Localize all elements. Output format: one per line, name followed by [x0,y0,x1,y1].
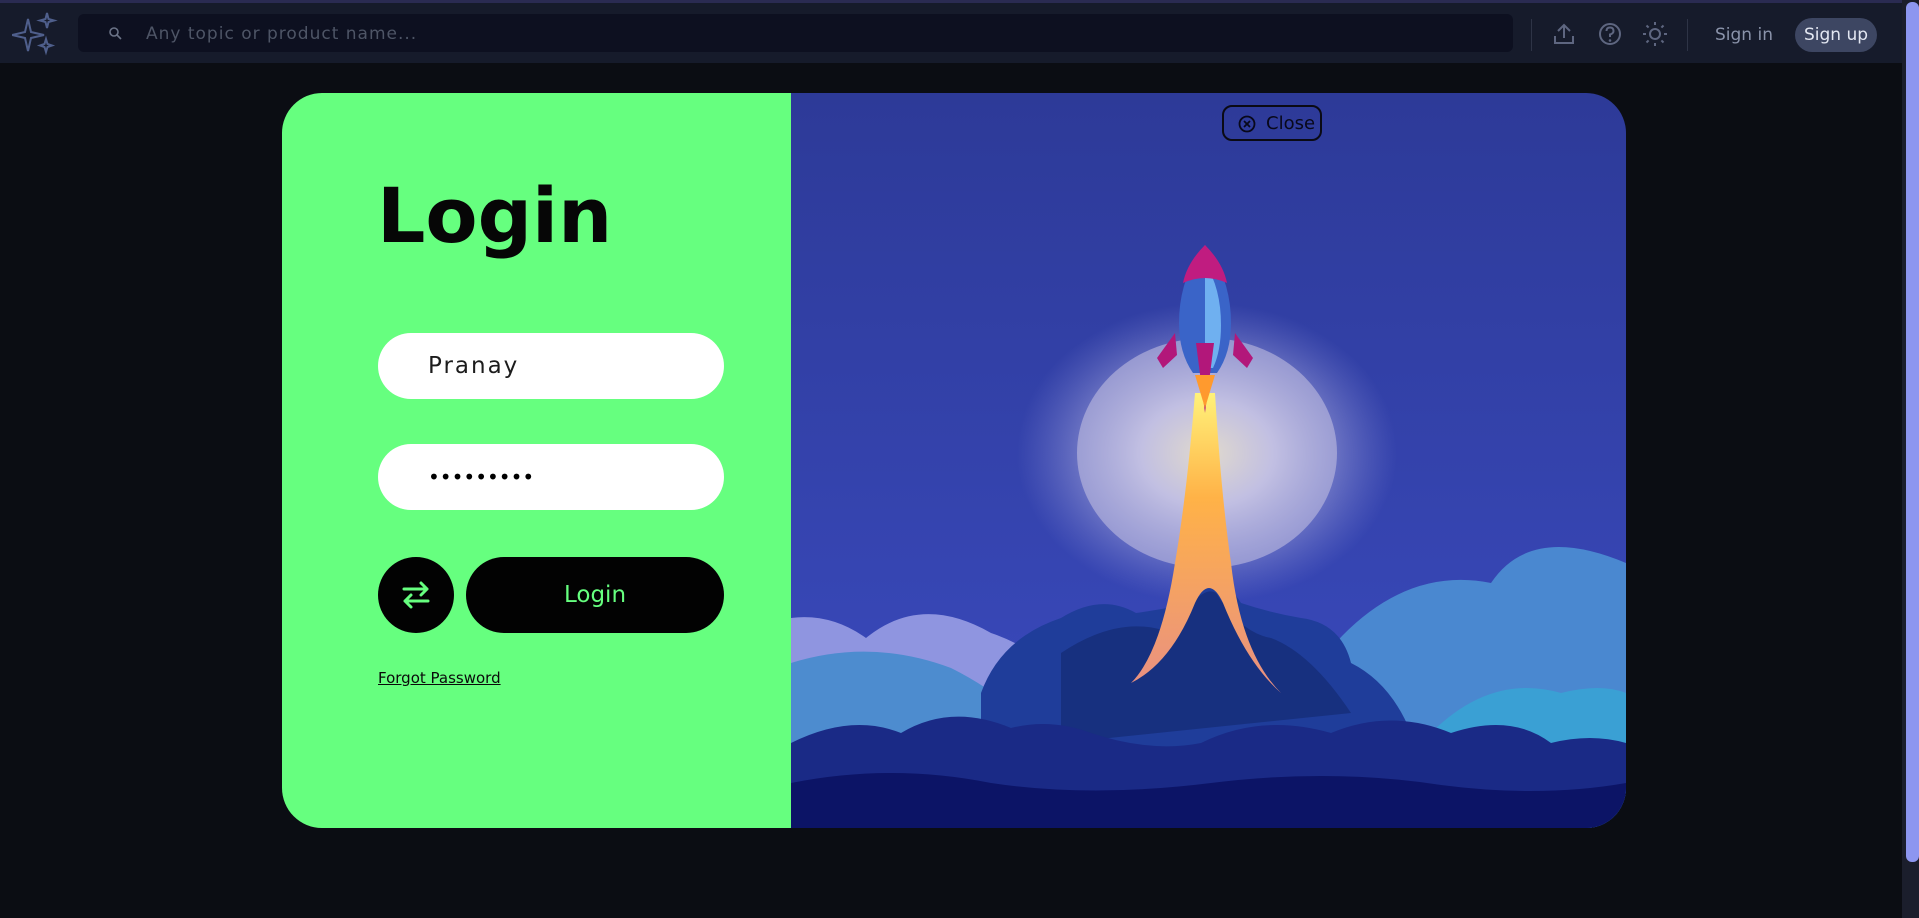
login-submit-button[interactable]: Login [466,557,724,633]
theme-sun-icon[interactable] [1642,21,1668,47]
swap-mode-button[interactable] [378,557,454,633]
scrollbar[interactable] [1902,0,1919,918]
toolbar-divider [1687,19,1688,51]
login-title: Login [377,171,613,260]
toolbar-divider [1531,19,1532,51]
close-button[interactable]: Close [1222,105,1322,141]
sign-in-link[interactable]: Sign in [1705,18,1783,52]
sparkle-logo-icon[interactable] [12,11,58,57]
top-navbar: Sign in Sign up [0,3,1902,63]
search-icon [109,27,122,40]
search-bar [78,14,1513,54]
scrollbar-thumb[interactable] [1906,2,1919,862]
help-icon[interactable] [1597,21,1623,47]
username-value: Pranay [428,353,520,379]
rocket-launch-illustration [791,93,1626,828]
close-label: Close [1266,113,1316,134]
sign-up-button[interactable]: Sign up [1795,18,1877,52]
username-field[interactable]: Pranay [378,333,724,399]
login-modal: Login Pranay ••••••••• Login Forgot Pass… [282,93,1626,828]
password-field[interactable]: ••••••••• [378,444,724,510]
close-icon [1238,115,1256,133]
swap-arrows-icon [402,581,430,609]
login-form-panel: Login Pranay ••••••••• Login Forgot Pass… [282,93,791,828]
forgot-password-link[interactable]: Forgot Password [378,669,501,687]
upload-icon[interactable] [1551,21,1577,47]
password-value: ••••••••• [428,465,535,489]
search-input[interactable] [144,14,1488,54]
